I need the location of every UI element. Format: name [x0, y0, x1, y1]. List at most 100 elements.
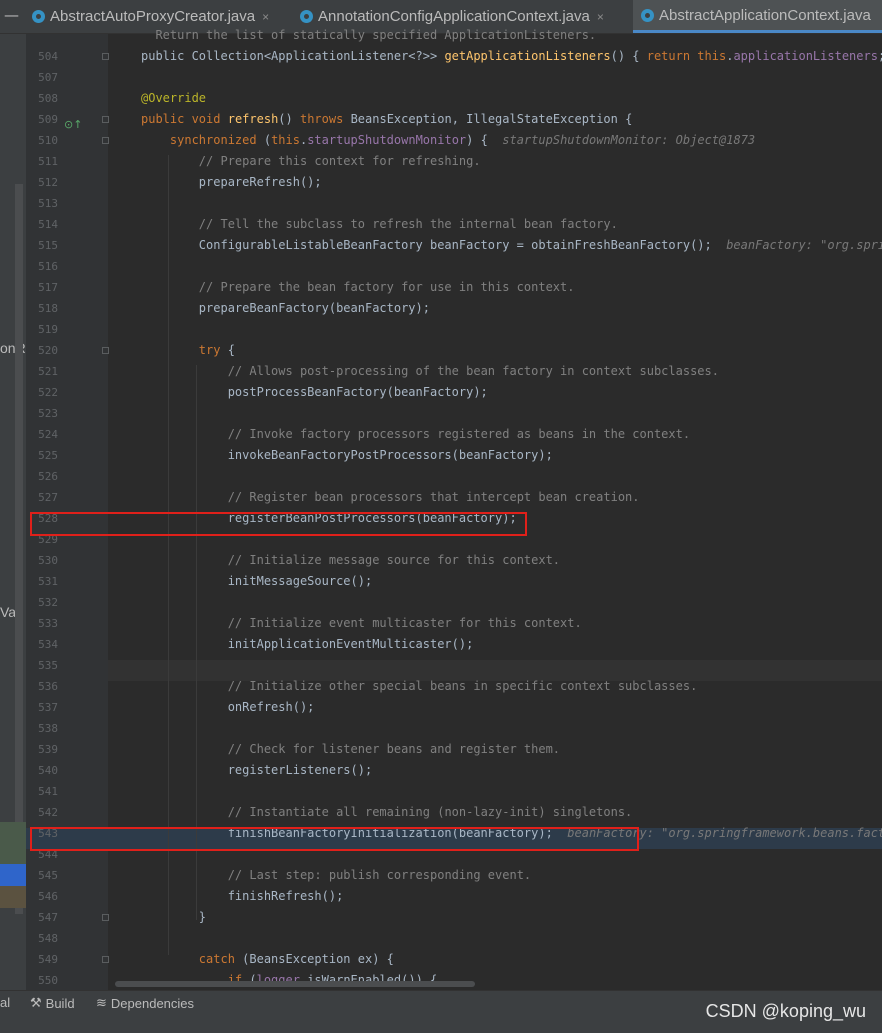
line-number[interactable]: 549	[26, 949, 58, 970]
panel-scrollbar[interactable]	[15, 184, 23, 914]
code-line[interactable]: // Instantiate all remaining (non-lazy-i…	[141, 802, 633, 823]
tab-label: AnnotationConfigApplicationContext.java	[318, 8, 590, 25]
line-number[interactable]: 540	[26, 760, 58, 781]
fold-toggle-icon[interactable]	[102, 137, 109, 144]
line-number[interactable]: 522	[26, 382, 58, 403]
close-icon[interactable]: ×	[597, 10, 604, 24]
code-line[interactable]: // Initialize other special beans in spe…	[141, 676, 698, 697]
code-line[interactable]: }	[141, 907, 206, 928]
code-line[interactable]: prepareBeanFactory(beanFactory);	[141, 298, 430, 319]
code-line[interactable]: finishRefresh();	[141, 886, 344, 907]
line-number[interactable]: 516	[26, 256, 58, 277]
code-line[interactable]: initMessageSource();	[141, 571, 373, 592]
line-number[interactable]: 547	[26, 907, 58, 928]
code-line[interactable]: public Collection<ApplicationListener<?>…	[141, 46, 882, 67]
code-line[interactable]: Return the list of statically specified …	[141, 25, 596, 46]
override-method-icon[interactable]: ⊙↑	[64, 118, 82, 131]
line-number[interactable]: 518	[26, 298, 58, 319]
line-number[interactable]: 524	[26, 424, 58, 445]
code-line[interactable]: // Allows post-processing of the bean fa…	[141, 361, 719, 382]
line-number[interactable]: 538	[26, 718, 58, 739]
code-line[interactable]: try {	[141, 340, 235, 361]
java-class-icon	[300, 10, 313, 23]
tool-window-bar: al ⚒ Build ≋ Dependencies CSDN @koping_w…	[0, 990, 882, 1033]
code-line[interactable]: // Register bean processors that interce…	[141, 487, 640, 508]
line-number[interactable]: 512	[26, 172, 58, 193]
code-line[interactable]: postProcessBeanFactory(beanFactory);	[141, 382, 488, 403]
tab-abstract-application-context[interactable]: AbstractApplicationContext.java	[633, 0, 882, 33]
line-number[interactable]: 517	[26, 277, 58, 298]
line-number[interactable]: 537	[26, 697, 58, 718]
code-line[interactable]: // Initialize event multicaster for this…	[141, 613, 582, 634]
line-number[interactable]: 507	[26, 67, 58, 88]
line-number[interactable]: 530	[26, 550, 58, 571]
line-number[interactable]: 513	[26, 193, 58, 214]
code-line[interactable]: invokeBeanFactoryPostProcessors(beanFact…	[141, 445, 553, 466]
panel-selection-block	[0, 886, 26, 908]
line-number[interactable]: 525	[26, 445, 58, 466]
line-number[interactable]: 523	[26, 403, 58, 424]
code-line[interactable]: // Prepare this context for refreshing.	[141, 151, 481, 172]
watermark: CSDN @koping_wu	[705, 1001, 866, 1021]
line-number[interactable]: 535	[26, 655, 58, 676]
code-line[interactable]: synchronized (this.startupShutdownMonito…	[141, 130, 755, 151]
line-number[interactable]: 531	[26, 571, 58, 592]
code-line[interactable]: ConfigurableListableBeanFactory beanFact…	[141, 235, 882, 256]
fold-toggle-icon[interactable]	[102, 914, 109, 921]
line-number[interactable]: 545	[26, 865, 58, 886]
tab-menu-dash[interactable]: —	[4, 6, 19, 24]
line-number[interactable]: 520	[26, 340, 58, 361]
line-number[interactable]: 542	[26, 802, 58, 823]
code-line[interactable]: // Invoke factory processors registered …	[141, 424, 690, 445]
code-line[interactable]: onRefresh();	[141, 697, 315, 718]
fold-toggle-icon[interactable]	[102, 956, 109, 963]
fold-toggle-icon[interactable]	[102, 347, 109, 354]
code-line[interactable]: // Check for listener beans and register…	[141, 739, 560, 760]
line-number[interactable]: 514	[26, 214, 58, 235]
highlight-box-finish-bean-factory-initialization	[30, 827, 639, 851]
line-number[interactable]: 519	[26, 319, 58, 340]
dependencies-label: Dependencies	[110, 995, 195, 1011]
line-number[interactable]: 515	[26, 235, 58, 256]
panel-selection-block	[0, 822, 26, 864]
close-icon[interactable]: ×	[262, 10, 269, 24]
line-number[interactable]: 508	[26, 88, 58, 109]
line-number[interactable]: 511	[26, 151, 58, 172]
code-line[interactable]: // Prepare the bean factory for use in t…	[141, 277, 575, 298]
line-number[interactable]: 541	[26, 781, 58, 802]
fold-toggle-icon[interactable]	[102, 53, 109, 60]
code-line[interactable]: prepareRefresh();	[141, 172, 322, 193]
fold-toggle-icon[interactable]	[102, 116, 109, 123]
code-line[interactable]: public void refresh() throws BeansExcept…	[141, 109, 632, 130]
java-class-icon	[641, 8, 654, 22]
project-panel-edge: onR Val	[0, 34, 26, 990]
panel-selection-block	[0, 864, 26, 886]
line-number[interactable]: 509	[26, 109, 58, 130]
line-number[interactable]: 526	[26, 466, 58, 487]
line-number[interactable]: 510	[26, 130, 58, 151]
editor-horizontal-scrollbar[interactable]	[115, 981, 475, 987]
line-number[interactable]: 548	[26, 928, 58, 949]
line-number[interactable]: 534	[26, 634, 58, 655]
line-number[interactable]: 521	[26, 361, 58, 382]
code-line[interactable]: initApplicationEventMulticaster();	[141, 634, 474, 655]
line-number[interactable]: 539	[26, 739, 58, 760]
line-number[interactable]: 533	[26, 613, 58, 634]
line-number[interactable]: 504	[26, 46, 58, 67]
code-line[interactable]: catch (BeansException ex) {	[141, 949, 394, 970]
line-number[interactable]: 532	[26, 592, 58, 613]
build-tool-button[interactable]: ⚒ Build	[30, 995, 75, 1011]
line-number[interactable]: 527	[26, 487, 58, 508]
code-line[interactable]: @Override	[141, 88, 206, 109]
hammer-icon: ⚒	[30, 995, 42, 1010]
layers-icon: ≋	[96, 995, 107, 1010]
tool-window-fragment[interactable]: al	[0, 995, 10, 1010]
line-number[interactable]: 536	[26, 676, 58, 697]
code-line[interactable]: // Initialize message source for this co…	[141, 550, 560, 571]
code-line[interactable]: // Last step: publish corresponding even…	[141, 865, 531, 886]
code-line[interactable]: // Tell the subclass to refresh the inte…	[141, 214, 618, 235]
dependencies-tool-button[interactable]: ≋ Dependencies	[96, 995, 194, 1011]
code-line[interactable]: registerListeners();	[141, 760, 373, 781]
line-number[interactable]: 550	[26, 970, 58, 991]
line-number[interactable]: 546	[26, 886, 58, 907]
